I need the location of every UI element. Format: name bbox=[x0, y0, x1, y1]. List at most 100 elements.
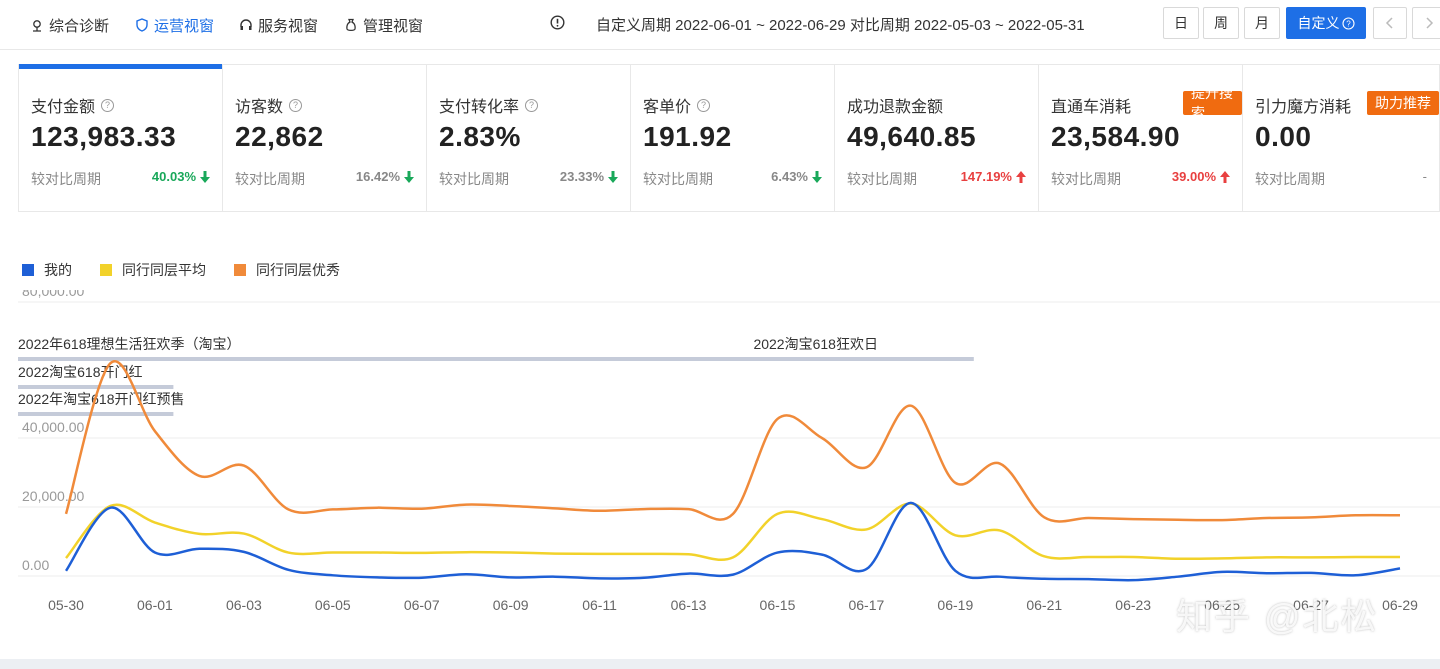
compare-percent-value: 16.42% bbox=[355, 169, 400, 184]
metric-card[interactable]: 客单价? 191.92 较对比周期 6.43% bbox=[631, 65, 835, 211]
metric-card[interactable]: 引力魔方消耗 助力推荐 0.00 较对比周期 - bbox=[1243, 65, 1439, 211]
compare-percent-value: 23.33% bbox=[559, 169, 604, 184]
tab-label: 服务视窗 bbox=[258, 17, 319, 35]
compare-percent-value: 40.03% bbox=[151, 169, 196, 184]
x-tick-label: 06-17 bbox=[848, 597, 884, 613]
chevron-right-icon bbox=[1426, 17, 1434, 29]
compare-percent: 6.43% bbox=[771, 169, 822, 184]
tab-management[interactable]: 管理视窗 bbox=[344, 14, 423, 36]
compare-label: 较对比周期 bbox=[235, 171, 305, 187]
next-period-button[interactable] bbox=[1412, 7, 1440, 39]
metric-label-text: 访客数 bbox=[235, 99, 284, 116]
legend-swatch bbox=[234, 264, 246, 276]
annotation-bar[interactable] bbox=[18, 412, 174, 416]
metric-label: 成功退款金额 bbox=[847, 93, 943, 117]
annotation-bar[interactable] bbox=[18, 357, 974, 361]
metric-value: 123,983.33 bbox=[31, 121, 177, 152]
shield-icon bbox=[136, 18, 148, 32]
info-icon[interactable] bbox=[550, 15, 565, 30]
period-month-button[interactable]: 月 bbox=[1244, 7, 1280, 39]
metric-label-text: 支付金额 bbox=[31, 99, 96, 116]
series-line-excellent[interactable] bbox=[64, 360, 1401, 523]
help-icon[interactable]: ? bbox=[289, 98, 303, 112]
x-tick-label: 06-21 bbox=[1026, 597, 1062, 613]
tab-service[interactable]: 服务视窗 bbox=[239, 14, 318, 36]
chart-legend: 我的 同行同层平均 同行同层优秀 bbox=[22, 260, 340, 280]
period-custom-button[interactable]: 自定义 ? bbox=[1286, 7, 1366, 39]
legend-swatch bbox=[100, 264, 112, 276]
tab-label: 管理视窗 bbox=[363, 17, 424, 35]
period-week-button[interactable]: 周 bbox=[1203, 7, 1239, 39]
x-tick-label: 06-05 bbox=[315, 597, 351, 613]
help-icon[interactable]: ? bbox=[525, 98, 539, 112]
compare-percent-value: 6.43% bbox=[771, 169, 808, 184]
compare-percent: 23.33% bbox=[560, 169, 618, 184]
diagnosis-icon bbox=[33, 20, 41, 32]
metric-label: 支付转化率? bbox=[439, 93, 539, 117]
metric-value: 0.00 bbox=[1255, 121, 1312, 152]
annotation-bar[interactable] bbox=[18, 385, 174, 389]
metric-card[interactable]: 直通车消耗 提升搜索 23,584.90 较对比周期 39.00% bbox=[1039, 65, 1243, 211]
compare-percent-value: 147.19% bbox=[960, 169, 1012, 184]
compare-label: 较对比周期 bbox=[847, 171, 917, 187]
legend-item-average[interactable]: 同行同层平均 bbox=[100, 260, 206, 280]
metric-card[interactable]: 支付转化率? 2.83% 较对比周期 23.33% bbox=[427, 65, 631, 211]
tab-diagnosis[interactable]: 综合诊断 bbox=[30, 14, 109, 36]
prev-period-button[interactable] bbox=[1373, 7, 1407, 39]
x-tick-label: 06-23 bbox=[1115, 597, 1151, 613]
compare-label: 较对比周期 bbox=[31, 171, 101, 187]
arrow-down-icon bbox=[200, 170, 210, 183]
arrow-up-icon bbox=[1220, 170, 1230, 183]
compare-percent: 40.03% bbox=[152, 169, 210, 184]
metric-label-text: 引力魔方消耗 bbox=[1255, 99, 1352, 116]
metric-value: 2.83% bbox=[439, 121, 521, 152]
y-tick-label: 40,000.00 bbox=[22, 419, 84, 435]
metric-tag-button[interactable]: 提升搜索 bbox=[1183, 85, 1242, 121]
metric-label-text: 直通车消耗 bbox=[1051, 99, 1132, 116]
tab-label: 运营视窗 bbox=[154, 17, 215, 35]
legend-label: 同行同层平均 bbox=[122, 262, 206, 278]
help-icon[interactable]: ? bbox=[101, 98, 115, 112]
period-day-button[interactable]: 日 bbox=[1163, 7, 1199, 39]
headset-icon bbox=[240, 19, 252, 30]
arrow-down-icon bbox=[404, 170, 414, 183]
x-tick-label: 06-13 bbox=[671, 597, 707, 613]
y-tick-label: 20,000.00 bbox=[22, 488, 84, 504]
x-tick-label: 06-29 bbox=[1382, 597, 1418, 613]
compare-label: 较对比周期 bbox=[1051, 171, 1121, 187]
annotation-label: 2022年淘宝618开门红预售 bbox=[18, 391, 185, 407]
legend-item-mine[interactable]: 我的 bbox=[22, 260, 72, 280]
x-tick-label: 06-07 bbox=[404, 597, 440, 613]
tab-operations[interactable]: 运营视窗 bbox=[135, 14, 214, 36]
metric-label-text: 支付转化率 bbox=[439, 99, 520, 116]
arrow-up-icon bbox=[1016, 170, 1026, 183]
legend-item-excellent[interactable]: 同行同层优秀 bbox=[234, 260, 340, 280]
metric-label: 支付金额? bbox=[31, 93, 115, 117]
help-icon[interactable]: ? bbox=[697, 98, 711, 112]
metric-card[interactable]: 成功退款金额 49,640.85 较对比周期 147.19% bbox=[835, 65, 1039, 211]
arrow-down-icon bbox=[608, 170, 618, 183]
svg-text:?: ? bbox=[1346, 19, 1351, 28]
metric-cards: 支付金额? 123,983.33 较对比周期 40.03% 访客数? 22,862 较对比周… bbox=[18, 64, 1440, 212]
annotation-label: 2022淘宝618狂欢日 bbox=[753, 336, 878, 352]
tab-label: 综合诊断 bbox=[49, 17, 110, 35]
compare-percent: 16.42% bbox=[356, 169, 414, 184]
compare-percent: 39.00% bbox=[1172, 169, 1230, 184]
watermark: 知乎 @北松 bbox=[1176, 596, 1379, 637]
metric-label: 直通车消耗 bbox=[1051, 93, 1131, 117]
compare-percent: 147.19% bbox=[961, 169, 1026, 184]
metric-value: 22,862 bbox=[235, 121, 324, 152]
period-custom-label: 自定义 bbox=[1297, 15, 1340, 31]
money-bag-icon bbox=[346, 18, 356, 31]
trend-line-chart[interactable]: 80,000.00 40,000.00 20,000.00 0.00 05-30 06-0… bbox=[0, 290, 1440, 630]
compare-label: 较对比周期 bbox=[643, 171, 713, 187]
metric-card[interactable]: 支付金额? 123,983.33 较对比周期 40.03% bbox=[19, 64, 223, 211]
series-line-average[interactable] bbox=[65, 502, 1401, 562]
x-tick-label: 06-11 bbox=[582, 597, 617, 613]
metric-value: 191.92 bbox=[643, 121, 732, 152]
metric-card[interactable]: 访客数? 22,862 较对比周期 16.42% bbox=[223, 65, 427, 211]
metric-tag-button[interactable]: 助力推荐 bbox=[1367, 91, 1439, 115]
compare-label: 较对比周期 bbox=[439, 171, 509, 187]
legend-swatch bbox=[22, 264, 34, 276]
chevron-left-icon bbox=[1385, 17, 1393, 29]
